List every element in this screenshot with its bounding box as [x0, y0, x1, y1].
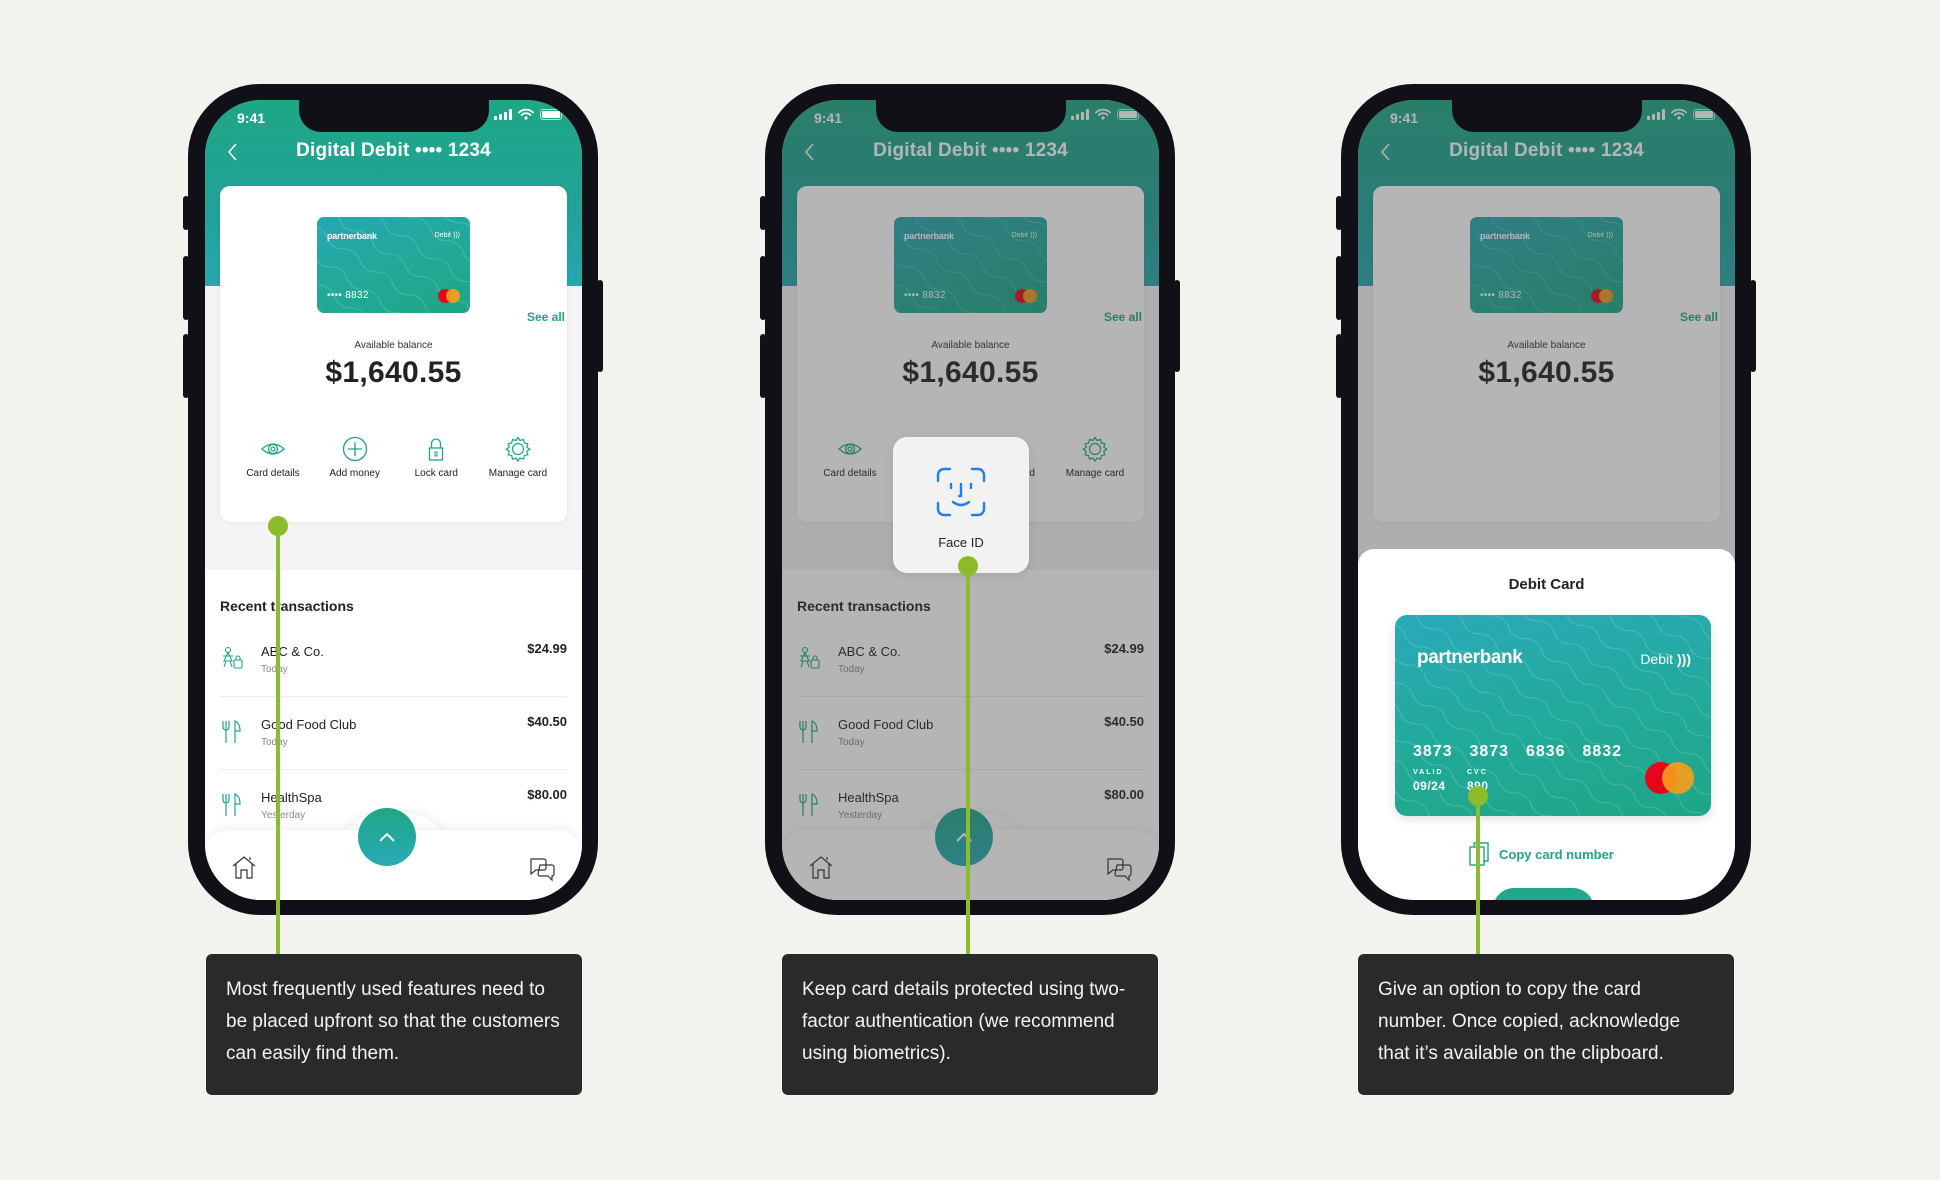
volume-down-button	[1336, 334, 1342, 398]
cvc-label: CVC	[1467, 769, 1488, 776]
phone-mockup-face-id: 9:41 Digital Debit •••• 1234 partnerbank…	[760, 84, 1180, 915]
annotation-callout: Most frequently used features need to be…	[206, 954, 582, 1095]
transaction-date: Today	[261, 737, 288, 748]
mastercard-logo-icon	[1645, 762, 1695, 794]
transaction-date: Today	[261, 664, 288, 675]
annotation-dot	[1468, 786, 1488, 806]
card-brand: partnerbank	[1417, 647, 1523, 668]
debit-card-full: partnerbank Debit))) 3873 3873 6836 8832…	[1395, 615, 1711, 816]
valid-date: 09/24	[1413, 779, 1446, 793]
annotation-dot	[268, 516, 288, 536]
merchant-name: ABC & Co.	[261, 644, 324, 659]
valid-label: VALID	[1413, 769, 1444, 776]
debit-card-thumbnail[interactable]: partnerbank Debit))) •••• 8832	[317, 217, 470, 313]
action-label: Add money	[329, 468, 380, 479]
action-label: Lock card	[414, 468, 458, 479]
power-button	[1174, 280, 1180, 372]
sheet-title: Debit Card	[1508, 576, 1585, 593]
expand-fab-button[interactable]	[358, 808, 416, 866]
volume-up-button	[1336, 256, 1342, 320]
card-details-button[interactable]: Card details	[238, 436, 308, 479]
fork-knife-icon	[222, 793, 241, 816]
transaction-amount: $24.99	[527, 641, 567, 656]
notch	[299, 100, 489, 132]
card-brand: partnerbank	[327, 231, 377, 241]
card-type-label: Debit	[1640, 651, 1673, 667]
power-button	[1750, 280, 1756, 372]
lock-card-button[interactable]: Lock card	[401, 436, 471, 479]
transaction-date: Yesterday	[261, 810, 306, 821]
copy-card-number-label: Copy card number	[1499, 846, 1614, 862]
annotation-dot	[958, 556, 978, 576]
chat-icon[interactable]	[528, 856, 556, 882]
annotation-connector	[1476, 796, 1480, 956]
volume-up-button	[183, 256, 189, 320]
card-summary-panel: partnerbank Debit))) •••• 8832 See all A…	[220, 186, 567, 522]
annotation-connector	[966, 566, 970, 956]
card-type: Debit)))	[435, 232, 460, 239]
contactless-icon: )))	[453, 232, 460, 239]
annotation-callout: Give an option to copy the card number. …	[1358, 954, 1734, 1095]
status-icons	[494, 108, 562, 120]
transaction-row[interactable]: Good Food Club Today $40.50	[220, 697, 567, 770]
action-label: Manage card	[488, 468, 548, 479]
transaction-amount: $40.50	[527, 714, 567, 729]
debit-card-sheet: Debit Card partnerbank Debit))) 3873 387…	[1358, 549, 1735, 900]
chevron-up-icon	[379, 832, 395, 842]
volume-down-button	[183, 334, 189, 398]
recent-transactions-heading: Recent transactions	[220, 598, 354, 614]
notch	[1452, 100, 1642, 132]
phone-mockup-home: 9:41 Digital Debit •••• 1234 partnerbank…	[183, 84, 603, 915]
manage-card-button[interactable]: Manage card	[483, 436, 553, 479]
page-title: Digital Debit •••• 1234	[296, 140, 491, 161]
action-label: Card details	[246, 468, 300, 479]
card-type-label: Debit	[434, 232, 451, 239]
notch	[876, 100, 1066, 132]
battery-icon	[540, 108, 562, 120]
card-masked-number: •••• 8832	[327, 290, 369, 301]
phone-screen: 9:41 Digital Debit •••• 1234 partnerbank…	[782, 100, 1159, 900]
phone-mockup-card-details: 9:41 Digital Debit •••• 1234 partnerbank…	[1336, 84, 1756, 915]
card-number: 3873 3873 6836 8832	[1413, 743, 1623, 760]
gear-icon	[505, 436, 531, 462]
copy-card-number-button[interactable]: Copy card number	[1468, 841, 1614, 867]
mute-switch	[760, 196, 766, 230]
contactless-icon: )))	[1677, 651, 1691, 667]
see-all-link[interactable]: See all	[527, 310, 565, 324]
annotation-connector	[276, 526, 280, 956]
lock-icon	[429, 438, 444, 461]
transaction-row[interactable]: ABC & Co. Today $24.99	[220, 624, 567, 697]
add-money-button[interactable]: Add money	[320, 436, 390, 479]
mastercard-logo-icon	[438, 289, 460, 303]
eye-icon	[261, 443, 285, 455]
transaction-amount: $80.00	[527, 787, 567, 802]
signal-icon	[494, 108, 512, 120]
balance-label: Available balance	[354, 340, 433, 351]
fork-knife-icon	[222, 720, 241, 743]
annotation-callout: Keep card details protected using two-fa…	[782, 954, 1158, 1095]
mute-switch	[183, 196, 189, 230]
volume-up-button	[760, 256, 766, 320]
card-type: Debit)))	[1640, 651, 1691, 667]
wifi-icon	[518, 108, 534, 120]
phone-screen: 9:41 Digital Debit •••• 1234 partnerbank…	[1358, 100, 1735, 900]
shopping-icon	[223, 646, 243, 669]
mute-switch	[1336, 196, 1342, 230]
plus-circle-icon	[342, 436, 367, 462]
face-id-prompt: Face ID	[893, 437, 1029, 573]
hide-button[interactable]: Hide	[1493, 888, 1594, 900]
status-time: 9:41	[237, 110, 266, 126]
face-id-icon	[936, 467, 986, 517]
power-button	[597, 280, 603, 372]
phone-screen: 9:41 Digital Debit •••• 1234 partnerbank…	[205, 100, 582, 900]
balance-amount: $1,640.55	[325, 356, 462, 389]
volume-down-button	[760, 334, 766, 398]
face-id-label: Face ID	[938, 535, 984, 550]
quick-actions: Card details Add money Lock card Manage …	[220, 436, 567, 479]
home-icon[interactable]	[231, 854, 257, 880]
merchant-name: HealthSpa	[261, 790, 322, 805]
